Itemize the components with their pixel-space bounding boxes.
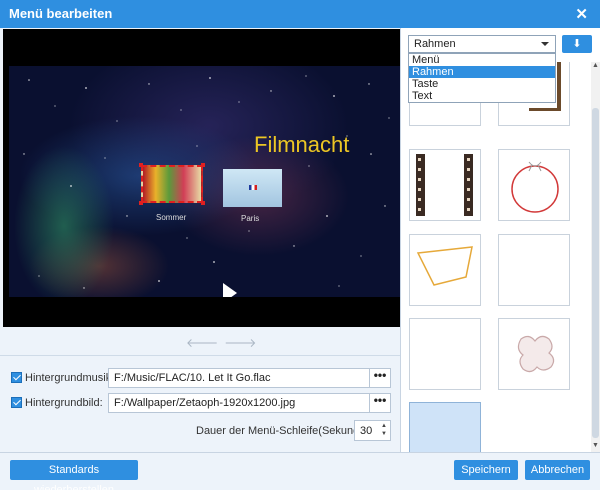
download-button[interactable]: ⬇ [562, 35, 592, 53]
thumbnail-label-sommer: Sommer [156, 213, 187, 222]
preview-panel: Filmnacht Sommer Paris 🡐🡒 Hintergrundmus… [0, 28, 400, 452]
browse-music-button[interactable]: ••• [369, 368, 391, 388]
template-type-dropdown: Menü Rahmen Taste Text [408, 53, 556, 103]
frame-template-tile[interactable] [409, 318, 481, 390]
frame-template-tile[interactable] [498, 234, 570, 306]
background-music-label: Hintergrundmusik: [25, 372, 115, 384]
background-image-row: Hintergrundbild: F:/Wallpaper/Zetaoph-19… [10, 393, 395, 413]
flag-icon [249, 185, 257, 190]
scroll-up-icon[interactable]: ▲ [592, 62, 599, 69]
starfield-background [23, 75, 390, 289]
thumbnail-paris[interactable] [223, 169, 282, 207]
background-image-checkbox[interactable] [11, 397, 22, 408]
resize-handle[interactable] [201, 201, 205, 205]
frame-template-tile[interactable] [498, 318, 570, 390]
splash-frame-thumbnail [517, 335, 555, 373]
round-ribbon-frame-thumbnail [511, 161, 559, 213]
background-image-field[interactable]: F:/Wallpaper/Zetaoph-1920x1200.jpg [108, 393, 370, 413]
save-button[interactable]: Speichern [454, 460, 518, 480]
template-scrollbar[interactable]: ▲ ▼ [591, 62, 600, 452]
restore-defaults-button[interactable]: Standards wiederherstellen [10, 460, 138, 490]
browse-image-button[interactable]: ••• [369, 393, 391, 413]
resize-handle[interactable] [201, 163, 205, 167]
frame-template-tile[interactable] [409, 149, 481, 221]
frame-template-tile-selected[interactable] [409, 402, 481, 452]
play-icon[interactable] [223, 283, 237, 297]
frame-template-grid [401, 62, 591, 452]
background-music-field[interactable]: F:/Music/FLAC/10. Let It Go.flac [108, 368, 370, 388]
blue-frame-thumbnail [410, 403, 482, 452]
background-image-label: Hintergrundbild: [25, 397, 103, 409]
film-strip-frame-thumbnail [416, 154, 473, 216]
background-music-checkbox[interactable] [11, 372, 22, 383]
frame-template-tile[interactable] [498, 149, 570, 221]
scrollbar-thumb[interactable] [592, 108, 599, 438]
divider [0, 355, 400, 356]
next-arrow-icon[interactable]: 🡒 [224, 336, 262, 350]
orange-trapezoid-frame-thumbnail [416, 246, 473, 286]
thumbnail-sommer[interactable] [141, 165, 203, 203]
menu-preview-video: Filmnacht Sommer Paris [9, 66, 400, 297]
loop-duration-stepper[interactable]: 30 ▲ ▼ [354, 420, 391, 441]
loop-duration-value[interactable]: 30 [360, 425, 372, 437]
thumbnail-label-paris: Paris [241, 214, 260, 223]
dropdown-option-rahmen[interactable]: Rahmen [409, 66, 555, 78]
download-icon: ⬇ [572, 38, 582, 50]
loop-duration-label: Dauer der Menü-Schleife(Sekunde): [196, 425, 373, 437]
dropdown-option-menue[interactable]: Menü [409, 54, 555, 66]
template-type-selected: Rahmen [414, 38, 456, 50]
bottom-bar: Standards wiederherstellen Speichern Abb… [0, 452, 600, 490]
dropdown-option-taste[interactable]: Taste [409, 78, 555, 90]
frame-template-tile[interactable] [409, 234, 481, 306]
preview-navigation: 🡐🡒 [186, 335, 262, 350]
template-panel: Rahmen ⬇ Menü Rahmen Taste Text ▲ ▼ [401, 28, 600, 452]
close-icon[interactable]: ✕ [575, 5, 588, 23]
scroll-down-icon[interactable]: ▼ [592, 442, 599, 449]
title-bar: Menü bearbeiten ✕ [0, 0, 600, 28]
resize-handle[interactable] [139, 201, 143, 205]
chevron-down-icon [541, 42, 549, 46]
preview-stage: Filmnacht Sommer Paris [3, 29, 400, 327]
resize-handle[interactable] [139, 163, 143, 167]
template-type-select[interactable]: Rahmen [408, 35, 556, 53]
prev-arrow-icon[interactable]: 🡐 [186, 336, 224, 350]
spin-up-icon[interactable]: ▲ [381, 423, 387, 429]
window-title: Menü bearbeiten [9, 6, 113, 21]
spin-down-icon[interactable]: ▼ [381, 431, 387, 437]
menu-title-text[interactable]: Filmnacht [254, 132, 349, 158]
background-music-row: Hintergrundmusik: F:/Music/FLAC/10. Let … [10, 368, 395, 388]
cancel-button[interactable]: Abbrechen [525, 460, 590, 480]
dropdown-option-text[interactable]: Text [409, 90, 555, 102]
